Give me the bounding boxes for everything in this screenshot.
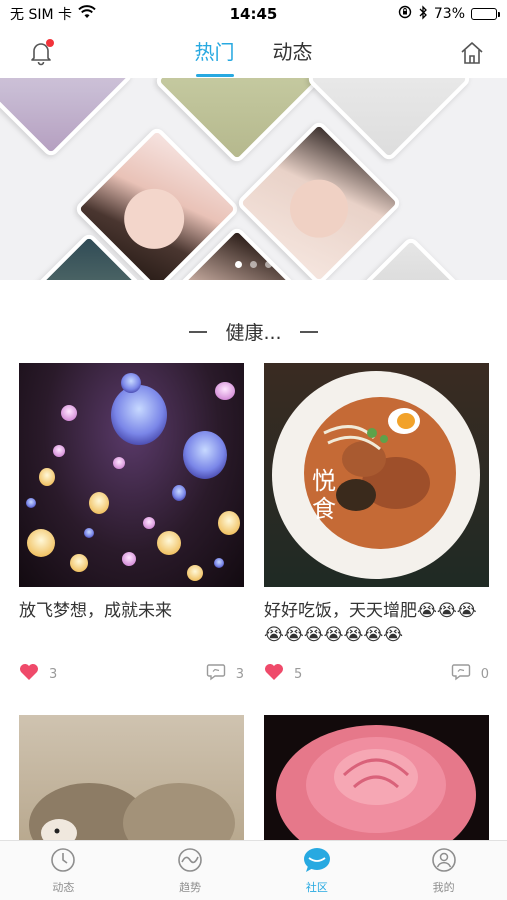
top-navigation: 热门 动态 [0,28,507,78]
comment-count: 0 [480,666,489,682]
tab-feed[interactable]: 动态 [273,36,313,71]
wifi-icon [78,5,96,23]
tab-label: 动态 [52,881,75,894]
carousel-dot[interactable] [250,261,257,268]
home-icon[interactable] [457,38,487,68]
carousel-dot[interactable] [235,261,242,268]
post-image-ramen[interactable]: 悦食 [264,363,489,587]
tab-hot[interactable]: 热门 [195,36,235,71]
bell-icon[interactable] [26,38,56,68]
bluetooth-icon [418,4,428,24]
status-right: 73% [398,4,500,24]
clock-icon [49,846,77,877]
status-left: 无 SIM 卡 [10,4,96,24]
trend-icon [176,846,204,877]
title-dash-right [299,330,318,333]
post-image-rose[interactable] [264,715,489,845]
section-header: 健康... [0,318,507,345]
carousel-dot[interactable] [265,261,272,268]
carrier-label: 无 SIM 卡 [10,7,72,23]
heart-icon[interactable] [19,663,39,685]
notification-dot [46,39,54,47]
post-image-lanterns[interactable] [19,363,244,587]
comment-group[interactable]: 3 [206,663,244,685]
section-title: 健康... [225,322,282,344]
feed-tabs: 热门 动态 [195,36,313,71]
comment-group[interactable]: 0 [451,663,489,685]
tab-trend[interactable]: 趋势 [127,841,254,900]
post-card[interactable]: 放飞梦想，成就未来 3 3 [19,363,244,685]
tab-label: 我的 [432,881,455,894]
post-image-hedgehogs[interactable] [19,715,244,845]
status-bar: 无 SIM 卡 14:45 73% [0,0,507,28]
post-title: 放飞梦想，成就未来 [19,601,172,621]
like-count: 5 [294,666,303,682]
battery-icon [471,8,500,20]
orientation-lock-icon [398,5,412,23]
like-count: 3 [49,666,58,682]
post-meta: 3 3 [19,663,244,685]
chat-bubble-icon [302,846,332,877]
lantern-illustration [26,373,240,581]
watermark-text: 悦食 [312,467,336,523]
rose-illustration [276,725,476,845]
tab-profile[interactable]: 我的 [380,841,507,900]
tab-label: 趋势 [179,881,202,894]
bottom-tab-bar: 动态 趋势 社区 我的 [0,840,507,900]
comment-icon[interactable] [206,663,226,685]
heart-icon[interactable] [264,663,284,685]
post-meta: 5 0 [264,663,489,685]
carousel-indicator [0,261,507,268]
battery-percent: 73% [433,6,465,22]
title-dash-left [189,330,208,333]
hedgehog-illustration [29,783,235,845]
post-card[interactable]: 悦食 好好吃饭，天天增肥😭😭😭😭😭😭😭😭😭😭 5 0 [264,363,489,685]
tab-community[interactable]: 社区 [254,841,381,900]
ramen-illustration [272,371,480,579]
profile-icon [430,846,458,877]
comment-icon[interactable] [451,663,471,685]
like-group[interactable]: 5 [264,663,302,685]
banner-carousel[interactable] [0,78,507,280]
banner-photo[interactable] [0,78,135,159]
comment-count: 3 [235,666,244,682]
post-title: 好好吃饭，天天增肥😭😭😭😭😭😭😭😭😭😭 [264,601,477,645]
tab-activity[interactable]: 动态 [0,841,127,900]
like-group[interactable]: 3 [19,663,57,685]
tab-label: 社区 [305,881,328,894]
